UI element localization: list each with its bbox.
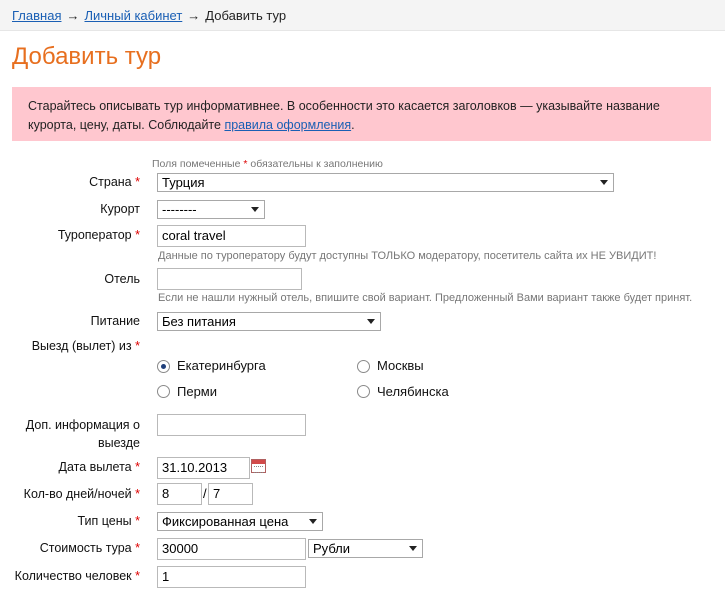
operator-label: Туроператор * [57, 228, 140, 242]
country-label: Страна * [89, 175, 140, 189]
required-star: * [135, 460, 140, 474]
departure-option-label: Перми [177, 384, 218, 399]
people-label: Количество человек * [14, 569, 140, 583]
duration-label: Кол-во дней/ночей * [23, 487, 140, 501]
departure-radio-perm[interactable] [157, 385, 170, 398]
date-label: Дата вылета * [58, 460, 140, 474]
departure-option-label: Екатеринбурга [177, 358, 266, 373]
breadcrumb-separator: → [187, 8, 201, 23]
departure-radio-chelyabinsk[interactable] [357, 385, 370, 398]
days-input[interactable]: 8 [157, 483, 202, 505]
extra-info-label: Доп. информация о выезде [25, 418, 140, 450]
breadcrumb-current: Добавить тур [205, 8, 287, 23]
rules-link[interactable]: правила оформления [224, 118, 351, 132]
page-title: Добавить тур [12, 43, 162, 70]
meals-label: Питание [90, 314, 140, 328]
required-star: * [135, 339, 140, 353]
calendar-icon[interactable] [251, 459, 266, 473]
required-star: * [243, 158, 248, 170]
required-note: Поля помеченные * обязательны к заполнен… [152, 158, 383, 170]
operator-input[interactable]: coral travel [157, 225, 306, 247]
price-type-select[interactable]: Фиксированная цена [157, 512, 323, 531]
breadcrumb-cabinet-link[interactable]: Личный кабинет [84, 8, 182, 23]
notice-end: . [351, 118, 355, 132]
date-input[interactable]: 31.10.2013 [157, 457, 250, 479]
duration-separator: / [203, 486, 207, 501]
cost-label: Стоимость тура * [39, 541, 140, 555]
chevron-down-icon [367, 319, 375, 324]
people-input[interactable]: 1 [157, 566, 306, 588]
nights-input[interactable]: 7 [208, 483, 253, 505]
cost-input[interactable]: 30000 [157, 538, 306, 560]
hotel-input[interactable] [157, 268, 302, 290]
resort-select[interactable]: -------- [157, 200, 265, 219]
hotel-hint: Если не нашли нужный отель, впишите свой… [158, 292, 693, 304]
price-type-label: Тип цены * [77, 514, 140, 528]
operator-hint: Данные по туроператору будут доступны ТО… [158, 250, 657, 262]
extra-info-input[interactable] [157, 414, 306, 436]
country-select[interactable]: Турция [157, 173, 614, 192]
required-star: * [135, 175, 140, 189]
chevron-down-icon [409, 546, 417, 551]
departure-radio-moscow[interactable] [357, 360, 370, 373]
required-star: * [135, 569, 140, 583]
required-star: * [135, 514, 140, 528]
breadcrumb-separator: → [66, 8, 80, 23]
hotel-label: Отель [104, 272, 140, 286]
required-star: * [135, 541, 140, 555]
departure-option-label: Москвы [377, 358, 424, 373]
departure-option-label: Челябинска [377, 384, 449, 399]
chevron-down-icon [309, 519, 317, 524]
meals-select[interactable]: Без питания [157, 312, 381, 331]
breadcrumb: Главная → Личный кабинет → Добавить тур [0, 0, 725, 31]
currency-select[interactable]: Рубли [308, 539, 423, 558]
notice-box: Старайтесь описывать тур информативнее. … [12, 87, 711, 141]
required-star: * [135, 487, 140, 501]
breadcrumb-home-link[interactable]: Главная [12, 8, 61, 23]
chevron-down-icon [251, 207, 259, 212]
chevron-down-icon [600, 180, 608, 185]
departure-radio-ekaterinburg[interactable] [157, 360, 170, 373]
required-star: * [135, 228, 140, 242]
resort-label: Курорт [100, 202, 140, 216]
departure-label: Выезд (вылет) из * [31, 339, 140, 353]
